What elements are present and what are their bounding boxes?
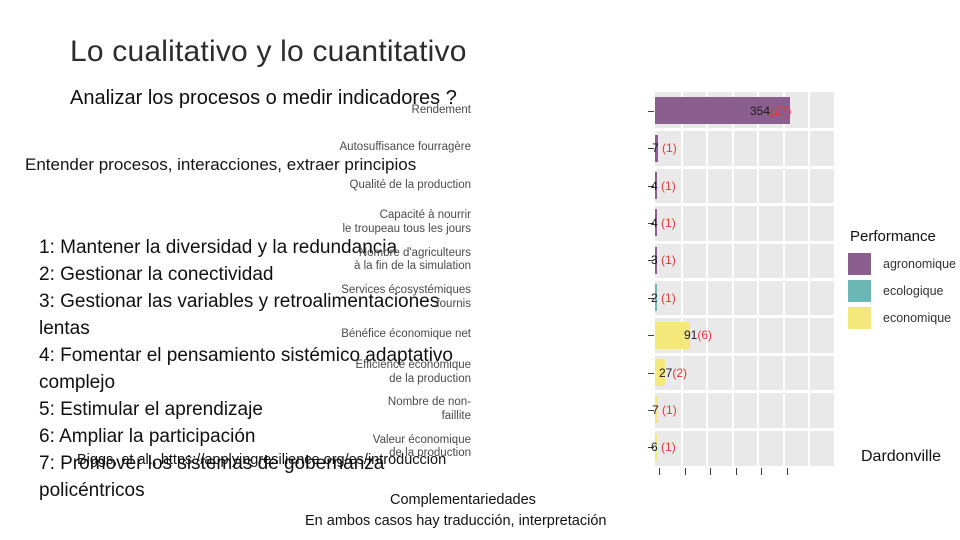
chart-rows: Rendement 354(27) Autosuffisance fourragèr… [340, 86, 838, 486]
chart-x-tick-mark [761, 468, 762, 475]
both-cases-note: En ambos casos hay traducción, interpret… [305, 513, 607, 529]
chart-y-tick-label: Valeur économique de la production [372, 433, 471, 460]
chart-y-tick-label: Qualité de la production [349, 178, 471, 191]
chart-value-label: 6 (1) [651, 440, 676, 455]
chart-y-tick-mark [648, 373, 654, 374]
chart-value-label: 7 (1) [652, 141, 677, 156]
slide: Lo cualitativo y lo cuantitativo Analiza… [0, 0, 960, 540]
chart-y-tick-mark [648, 335, 654, 336]
chart-value-label: 2 (1) [651, 290, 676, 305]
chart-x-tick-mark [736, 468, 737, 475]
lead-paragraph: Entender procesos, interacciones, extrae… [25, 155, 417, 174]
chart-value-label: 91(6) [684, 328, 713, 343]
chart-value-label: 4 (1) [651, 215, 676, 230]
page-title: Lo cualitativo y lo cuantitativo [70, 35, 467, 68]
chart-y-tick-label: Services écosystémiques fournis [341, 284, 471, 310]
chart-x-tick-mark [787, 468, 788, 475]
legend-item-ecologique: ecologique [848, 279, 960, 303]
legend-item-label: ecologique [883, 283, 944, 298]
chart-y-tick-label: Bénéfice économique net [341, 328, 471, 341]
chart-y-tick-label: Rendement [411, 103, 471, 116]
chart-y-tick-label: Nombre de non- faillite [387, 396, 471, 422]
legend-title: Performance [850, 228, 936, 245]
chart-value-label: 354(27) [750, 103, 792, 118]
chart-value-label: 7 (1) [652, 402, 677, 417]
legend-swatch-icon [848, 253, 871, 275]
chart-y-tick-label: Autosuffisance fourragère [339, 141, 471, 154]
chart-legend: Performance agronomique ecologique econo… [848, 228, 960, 333]
chart-x-axis [655, 468, 834, 476]
chart-value-label: 27(2) [659, 365, 688, 380]
complement-note: Complementariedades [390, 492, 536, 508]
bar-chart-figure: Rendement 354(27) Autosuffisance fourragèr… [340, 86, 838, 486]
chart-y-tick-label: Efficience economique de la production [355, 359, 472, 385]
legend-item-agronomique: agronomique [848, 252, 960, 276]
chart-y-tick-mark [648, 111, 654, 112]
legend-item-label: economique [883, 310, 952, 325]
chart-x-tick-mark [659, 468, 660, 475]
chart-value-label: 4 (1) [651, 178, 676, 193]
legend-swatch-icon [848, 280, 871, 302]
chart-y-tick-label: Nombre d'agriculteurs à la fin de la sim… [354, 246, 471, 273]
chart-y-tick-label: Capacité à nourrir le troupeau tous les … [342, 209, 472, 235]
legend-item-label: agronomique [883, 256, 956, 271]
chart-value-label: 3 (1) [651, 253, 676, 268]
author-name: Dardonville [861, 448, 942, 465]
legend-item-economique: economique [848, 306, 960, 330]
legend-swatch-icon [848, 307, 871, 329]
chart-x-tick-mark [685, 468, 686, 475]
chart-x-tick-mark [710, 468, 711, 475]
